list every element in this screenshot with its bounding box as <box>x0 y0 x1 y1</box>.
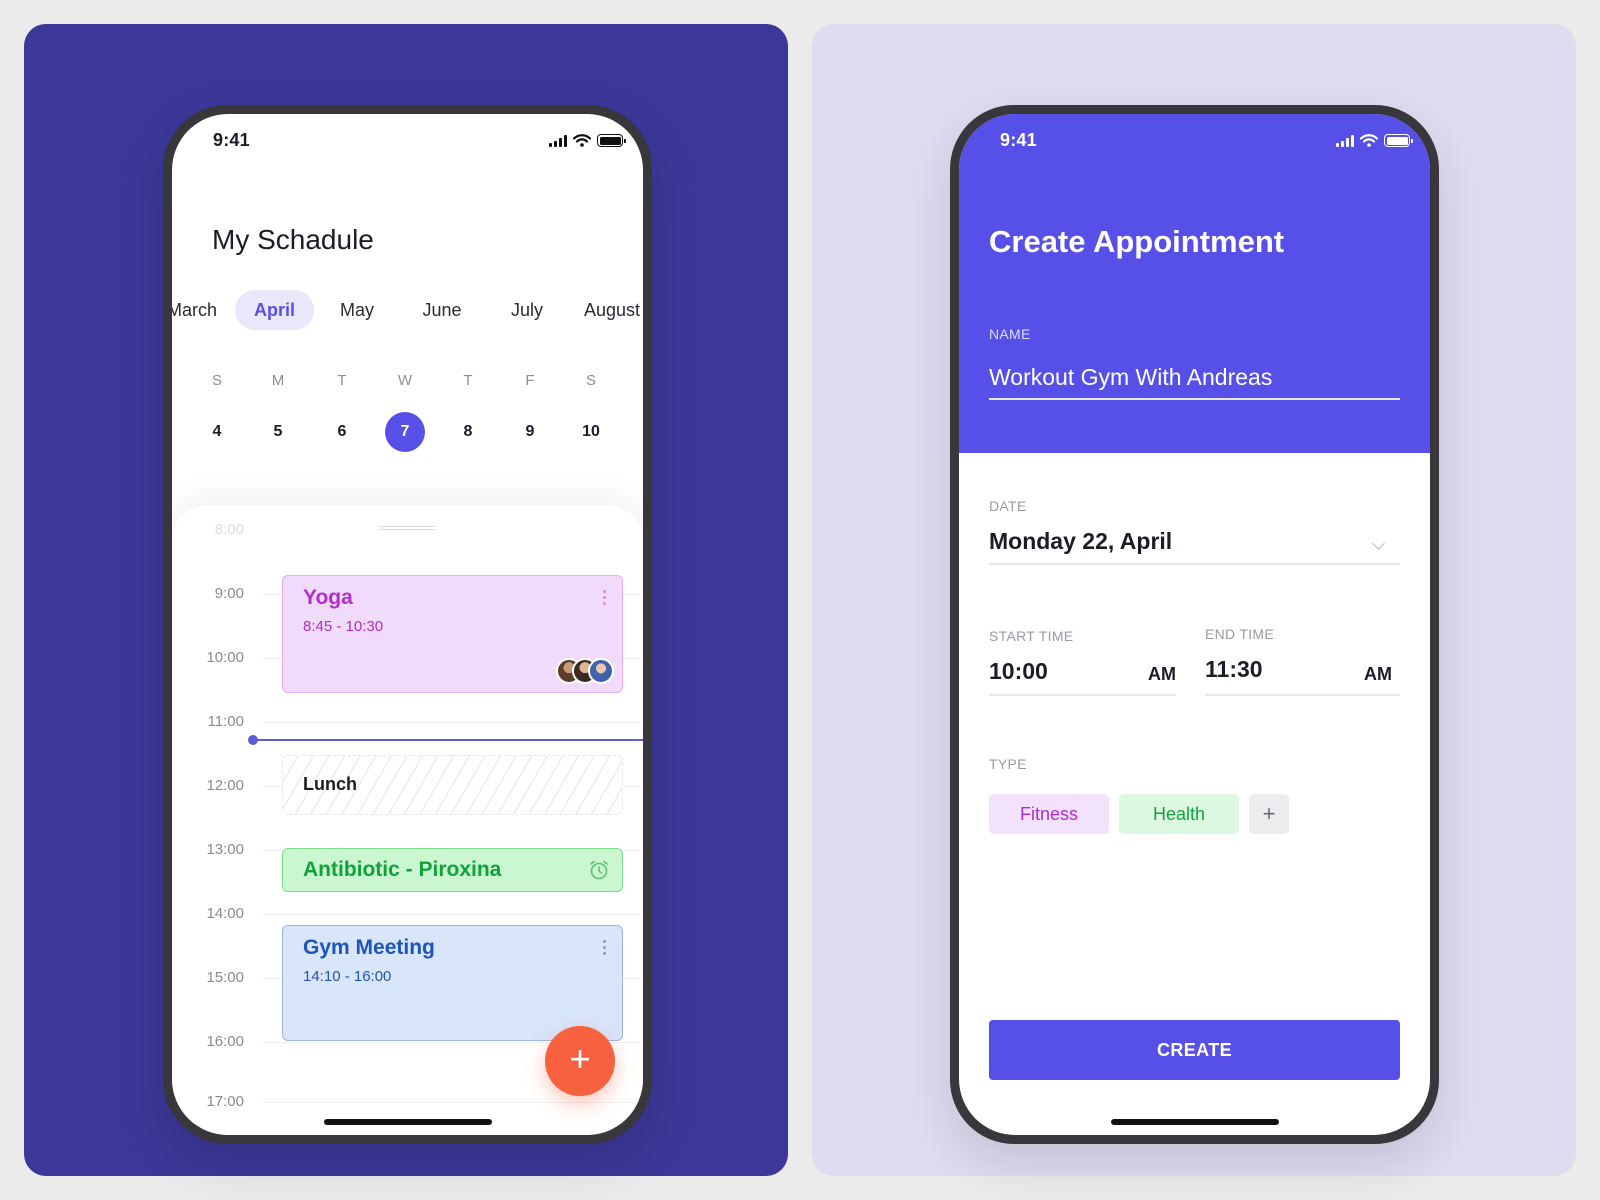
weekday-label: S <box>211 372 222 389</box>
alarm-clock-icon[interactable] <box>588 859 610 881</box>
end-time-field[interactable]: 11:30 <box>1205 656 1263 683</box>
cellular-signal-icon <box>1336 134 1354 147</box>
hour-label: 14:00 <box>206 905 244 922</box>
attendee-avatars[interactable] <box>556 658 614 684</box>
date-cell[interactable]: 8 <box>448 412 488 452</box>
date-cell[interactable]: 4 <box>197 412 237 452</box>
schedule-screen: 9:41 My Schadule March April May June Ju… <box>172 114 643 1135</box>
date-cell[interactable]: 9 <box>510 412 550 452</box>
wifi-icon <box>573 134 591 147</box>
type-label: TYPE <box>989 756 1027 772</box>
hour-label: 17:00 <box>206 1093 244 1110</box>
event-title: Lunch <box>303 774 357 794</box>
date-cell[interactable]: 10 <box>571 412 611 452</box>
drag-handle[interactable] <box>379 526 435 530</box>
month-april[interactable]: April <box>235 290 314 330</box>
phone-frame-schedule: 9:41 My Schadule March April May June Ju… <box>163 105 652 1144</box>
start-time-underline <box>989 694 1176 696</box>
end-time-label: END TIME <box>1205 626 1275 642</box>
type-chip-health[interactable]: Health <box>1119 794 1239 834</box>
event-title: Yoga <box>303 586 353 609</box>
event-title: Gym Meeting <box>303 936 435 959</box>
date-label: DATE <box>989 498 1027 514</box>
add-type-button[interactable]: + <box>1249 794 1289 834</box>
date-select[interactable]: Monday 22, April <box>989 528 1172 555</box>
start-time-field[interactable]: 10:00 <box>989 658 1048 685</box>
more-vertical-icon[interactable] <box>603 940 606 955</box>
hour-label: 8:00 <box>214 521 244 538</box>
weekday-label: S <box>585 372 596 389</box>
event-lunch[interactable]: Lunch <box>282 755 623 815</box>
weekday-label: T <box>337 372 347 389</box>
month-march[interactable]: March <box>172 290 222 330</box>
date-cell-selected[interactable]: 7 <box>385 412 425 452</box>
current-time-line <box>252 739 643 741</box>
event-time: 14:10 - 16:00 <box>303 968 392 985</box>
end-time-underline <box>1205 694 1400 696</box>
home-indicator <box>323 1119 492 1125</box>
name-field[interactable]: Workout Gym With Andreas <box>989 364 1272 391</box>
hour-gridline <box>262 1102 643 1103</box>
hour-label: 12:00 <box>206 777 244 794</box>
create-button[interactable]: CREATE <box>989 1020 1400 1080</box>
start-time-label: START TIME <box>989 628 1074 644</box>
home-indicator <box>1110 1119 1279 1125</box>
right-showcase-panel: 9:41 Create Appointment NAME Workout Gym… <box>812 24 1576 1176</box>
event-antibiotic[interactable]: Antibiotic - Piroxina <box>282 848 623 892</box>
month-selector[interactable]: March April May June July August <box>172 290 643 330</box>
weekday-label: F <box>525 372 535 389</box>
hour-label: 16:00 <box>206 1033 244 1050</box>
page-title: My Schadule <box>212 224 374 255</box>
date-cell[interactable]: 6 <box>322 412 362 452</box>
event-title: Antibiotic - Piroxina <box>303 858 502 881</box>
page-title: Create Appointment <box>989 224 1285 259</box>
hour-gridline <box>262 722 643 723</box>
month-june[interactable]: June <box>418 290 466 330</box>
weekday-label: W <box>397 372 413 389</box>
month-may[interactable]: May <box>337 290 377 330</box>
status-time: 9:41 <box>213 130 250 150</box>
avatar <box>588 658 614 684</box>
battery-icon <box>1384 134 1413 147</box>
left-showcase-panel: 9:41 My Schadule March April May June Ju… <box>24 24 788 1176</box>
type-chip-fitness[interactable]: Fitness <box>989 794 1109 834</box>
more-vertical-icon[interactable] <box>603 590 606 605</box>
hour-label: 15:00 <box>206 969 244 986</box>
chevron-down-icon[interactable] <box>1372 537 1385 550</box>
event-yoga[interactable]: Yoga 8:45 - 10:30 <box>282 575 623 693</box>
event-time: 8:45 - 10:30 <box>303 618 384 635</box>
appointment-header: 9:41 Create Appointment NAME Workout Gym… <box>959 114 1430 453</box>
end-ampm[interactable]: AM <box>1364 664 1392 685</box>
wifi-icon <box>1360 134 1378 147</box>
hour-label: 13:00 <box>206 841 244 858</box>
month-august[interactable]: August <box>584 290 643 330</box>
event-gym-meeting[interactable]: Gym Meeting 14:10 - 16:00 <box>282 925 623 1041</box>
date-cell[interactable]: 5 <box>258 412 298 452</box>
current-time-dot <box>248 735 258 745</box>
cellular-signal-icon <box>549 134 567 147</box>
battery-icon <box>597 134 626 147</box>
status-time: 9:41 <box>1000 130 1037 150</box>
phone-frame-appointment: 9:41 Create Appointment NAME Workout Gym… <box>950 105 1439 1144</box>
status-bar: 9:41 <box>959 114 1430 168</box>
name-label: NAME <box>989 326 1031 342</box>
name-field-underline <box>989 398 1400 400</box>
hour-label: 11:00 <box>207 713 244 730</box>
start-ampm[interactable]: AM <box>1148 664 1176 685</box>
hour-label: 10:00 <box>206 649 244 666</box>
hour-gridline <box>262 914 643 915</box>
create-appointment-screen: 9:41 Create Appointment NAME Workout Gym… <box>959 114 1430 1135</box>
month-july[interactable]: July <box>507 290 547 330</box>
weekday-label: T <box>463 372 473 389</box>
hour-label: 9:00 <box>214 585 244 602</box>
weekday-label: M <box>271 372 285 389</box>
status-bar: 9:41 <box>172 114 643 168</box>
date-field-underline <box>989 563 1400 565</box>
add-event-button[interactable]: + <box>545 1026 615 1096</box>
